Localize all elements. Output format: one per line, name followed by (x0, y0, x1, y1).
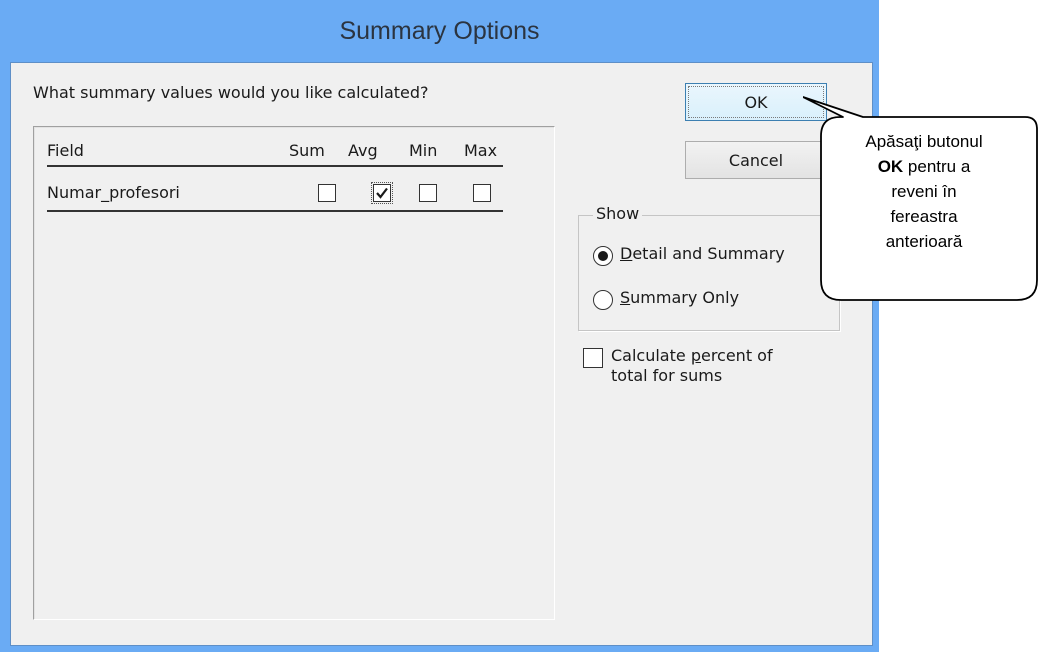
show-groupbox (578, 215, 840, 331)
radio-unselected-icon[interactable] (593, 290, 613, 310)
cancel-button-label: Cancel (728, 150, 784, 170)
column-header-min: Min (409, 141, 438, 160)
callout-text: Apăsaţi butonul OK pentru a reveni în fe… (826, 129, 1022, 254)
detail-and-summary-label: Detail and Summary (620, 244, 785, 263)
callout-line: Apăsaţi butonul (865, 132, 983, 151)
row-field-name: Numar_profesori (47, 183, 180, 202)
dialog-client-area: What summary values would you like calcu… (10, 62, 873, 646)
summary-options-dialog: Summary Options What summary values woul… (0, 0, 879, 652)
column-header-field: Field (47, 141, 84, 160)
callout-line: fereastra (890, 207, 958, 226)
sum-checkbox[interactable] (318, 184, 336, 202)
min-checkbox[interactable] (419, 184, 437, 202)
percent-of-total-checkbox[interactable] (583, 348, 603, 368)
column-header-max: Max (464, 141, 498, 160)
summary-only-label: Summary Only (620, 288, 740, 307)
percent-of-total-label: Calculate percent of total for sums (611, 346, 773, 385)
max-checkbox[interactable] (473, 184, 491, 202)
dialog-titlebar[interactable]: Summary Options (0, 0, 879, 62)
check-icon (376, 187, 388, 199)
radio-selected-icon[interactable] (593, 246, 613, 266)
callout-line: OK pentru a (877, 157, 971, 176)
callout-line: anterioară (885, 232, 963, 251)
callout-line: reveni în (891, 182, 957, 201)
column-header-avg: Avg (348, 141, 378, 160)
row-divider (47, 210, 503, 212)
show-group-legend: Show (593, 204, 643, 223)
summary-field-list: Field Sum Avg Min Max Numar_profesori (33, 126, 555, 620)
avg-checkbox[interactable] (371, 182, 393, 204)
header-divider (47, 165, 503, 167)
column-header-sum: Sum (289, 141, 325, 160)
prompt-label: What summary values would you like calcu… (33, 83, 429, 102)
dialog-title: Summary Options (339, 16, 540, 45)
